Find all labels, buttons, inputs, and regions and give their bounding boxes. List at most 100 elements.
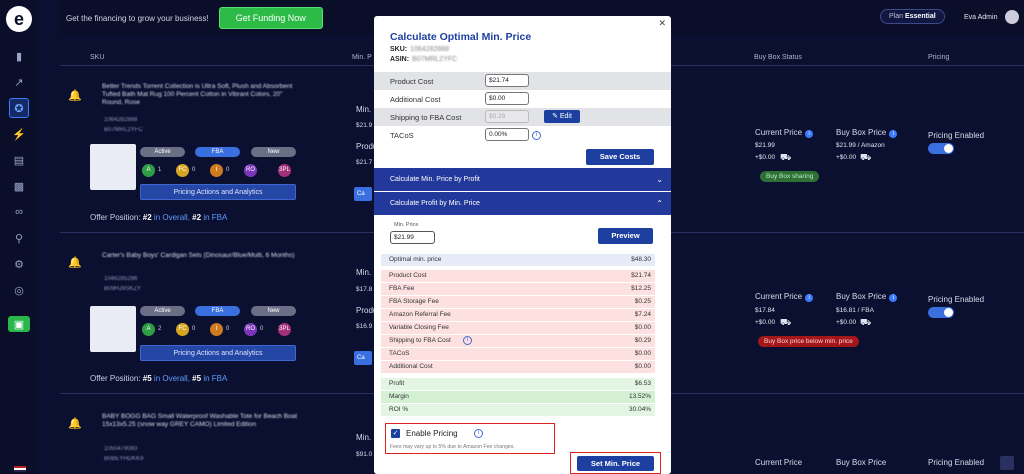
info-icon[interactable]: i	[532, 131, 541, 140]
modal-sku: SKU: 1064282888	[390, 46, 449, 53]
product-image[interactable]	[90, 306, 136, 352]
pricing-actions-button[interactable]: Pricing Actions and Analytics	[140, 184, 296, 200]
header-min-price[interactable]: Min. P	[352, 54, 372, 61]
us-flag-icon[interactable]	[14, 466, 26, 472]
header-sku[interactable]: SKU	[90, 54, 104, 61]
buy-box-price-value: $21.99 / Amazon	[836, 142, 885, 149]
pricing-toggle[interactable]	[928, 143, 954, 154]
min-price-value: $17.8	[356, 286, 373, 293]
count-ro: RO	[244, 164, 257, 177]
count-inbound: I	[210, 164, 223, 177]
cost-label: Product Cost	[390, 77, 434, 86]
offer-overall: #2	[142, 213, 152, 222]
min-price-input[interactable]: $21.99	[390, 231, 435, 244]
buy-box-shipping: +$0.00	[836, 319, 857, 326]
sku-label: SKU:	[390, 46, 408, 53]
header-buy-box-status[interactable]: Buy Box Status	[754, 54, 802, 61]
truck-icon: ⛟	[860, 152, 872, 162]
current-price-label: Current Price i	[755, 292, 814, 302]
info-icon[interactable]: i	[474, 429, 483, 438]
gear-icon[interactable]: ⚙	[9, 254, 29, 274]
current-price-label: Current Price i	[755, 128, 814, 138]
result-row: FBA Storage Fee $0.25	[381, 296, 655, 308]
promo-text: Get the financing to grow your business!	[66, 13, 209, 23]
condition-badge: New	[251, 306, 296, 316]
count-ro: RO	[244, 323, 257, 336]
pricing-actions-button[interactable]: Pricing Actions and Analytics	[140, 345, 296, 361]
offer-position: Offer Position: #5 in Overall, #5 in FBA	[90, 374, 227, 383]
support-icon[interactable]: ◎	[9, 280, 29, 300]
app-logo[interactable]: e	[6, 6, 32, 32]
tacos-input[interactable]: 0.00%	[485, 128, 529, 141]
additional-cost-input[interactable]: $0.00	[485, 92, 529, 105]
chart-bar-icon[interactable]: ▮	[9, 46, 29, 66]
section-profit-by-min-price[interactable]: Calculate Profit by Min. Price ⌃	[374, 192, 671, 215]
scroll-to-top-button[interactable]	[1000, 456, 1014, 470]
product-image[interactable]	[90, 144, 136, 190]
pricing-enabled-label: Pricing Enabled	[928, 458, 985, 467]
count-fc: FC	[176, 323, 189, 336]
trend-icon[interactable]: ↗	[9, 72, 29, 92]
bell-icon[interactable]: 🔔	[68, 256, 82, 269]
close-icon[interactable]: ✕	[658, 18, 666, 29]
pricing-toggle[interactable]	[928, 307, 954, 318]
link-icon[interactable]: ∞	[9, 202, 29, 222]
offer-prefix: Offer Position:	[90, 374, 141, 383]
cost-row-additional: Additional Cost $0.00	[374, 90, 671, 108]
fulfillment-badge: FBA	[195, 306, 240, 316]
product-sku: 1050479083	[104, 446, 138, 452]
product-title[interactable]: Better Trends Torrent Collection is Ultr…	[102, 83, 302, 107]
result-row: Margin 13.52%	[381, 391, 655, 403]
bell-icon[interactable]: 🔔	[68, 417, 82, 430]
result-row: FBA Fee $12.25	[381, 283, 655, 295]
section-title: Calculate Min. Price by Profit	[390, 176, 480, 183]
cost-row-shipping: Shipping to FBA Cost $0.29 ✎ Edit	[374, 108, 671, 126]
edit-button[interactable]: ✎ Edit	[544, 110, 580, 123]
product-title[interactable]: Carter's Baby Boys' Cardigan Sets (Dinos…	[102, 252, 302, 260]
product-asin: B0BEYHDKK9	[104, 456, 144, 462]
truck-icon[interactable]: ▩	[9, 176, 29, 196]
plan-badge[interactable]: Plan Essential	[880, 9, 945, 24]
truck-icon: ⛟	[860, 317, 872, 327]
enable-pricing-checkbox[interactable]: ✓	[391, 429, 400, 438]
sidebar: e ▮ ↗ ✪ ⚡ ▤ ▩ ∞ ⚲ ⚙ ◎ ▣	[0, 0, 38, 474]
modal-title: Calculate Optimal Min. Price	[390, 31, 532, 43]
sku-value: 1064282888	[410, 46, 450, 53]
set-min-price-button[interactable]: Set Min. Price	[577, 456, 654, 471]
info-icon: i	[805, 130, 814, 138]
status-badge: Active	[140, 147, 185, 157]
get-funding-button[interactable]: Get Funding Now	[218, 7, 323, 29]
bolt-icon[interactable]: ⚡	[9, 124, 29, 144]
bell-icon[interactable]: 🔔	[68, 89, 82, 102]
current-price-value: $21.99	[755, 142, 775, 149]
count-3pl: 3PL	[278, 323, 291, 336]
result-row: Optimal min. price $48.30	[381, 254, 655, 266]
section-min-price-by-profit[interactable]: Calculate Min. Price by Profit ⌄	[374, 168, 671, 191]
count-3pl: 3PL	[278, 164, 291, 177]
result-row: Shipping to FBA Cost i $0.29	[381, 335, 655, 347]
fee-note: Fees may vary up to 5% due to Amazon Fee…	[390, 444, 515, 450]
money-icon[interactable]: ▣	[8, 316, 30, 332]
offer-overall: #5	[142, 374, 152, 383]
chevron-down-icon: ⌄	[656, 175, 663, 184]
calc-button[interactable]: Ca	[354, 187, 372, 201]
product-cost-input[interactable]: $21.74	[485, 74, 529, 87]
award-icon[interactable]: ✪	[9, 98, 29, 118]
count-inbound-value: 0	[226, 167, 230, 173]
header-pricing[interactable]: Pricing	[928, 54, 949, 61]
document-icon[interactable]: ▤	[9, 150, 29, 170]
info-icon[interactable]: i	[463, 336, 472, 345]
user-name[interactable]: Eva Admin	[964, 14, 997, 21]
preview-button[interactable]: Preview	[598, 228, 653, 244]
calc-button[interactable]: Ca	[354, 351, 372, 365]
offer-fba-text: in FBA	[203, 374, 228, 383]
avatar[interactable]	[1005, 10, 1019, 24]
search-icon[interactable]: ⚲	[9, 228, 29, 248]
info-icon: i	[889, 294, 898, 302]
product-title[interactable]: BABY BOGG BAG Small Waterproof Washable …	[102, 413, 302, 429]
save-costs-button[interactable]: Save Costs	[586, 149, 654, 165]
result-row: Additional Cost $0.00	[381, 361, 655, 373]
truck-icon: ⛟	[780, 317, 792, 327]
shipping-cost-input: $0.29	[485, 110, 529, 123]
cost-label: Shipping to FBA Cost	[390, 113, 462, 122]
